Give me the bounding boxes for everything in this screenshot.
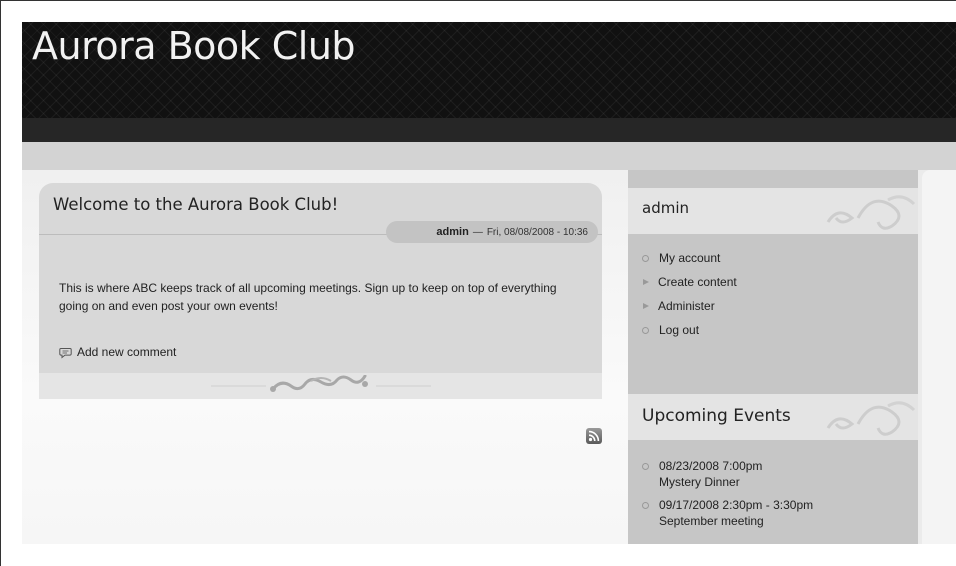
rss-feed-icon[interactable] bbox=[586, 428, 602, 444]
block-ornament-icon bbox=[826, 401, 916, 436]
header-band bbox=[22, 118, 956, 142]
add-comment-link[interactable]: Add new comment bbox=[77, 345, 176, 359]
menu-item-label[interactable]: My account bbox=[659, 251, 720, 265]
block-ornament-icon bbox=[826, 195, 916, 230]
node-date: Fri, 08/08/2008 - 10:36 bbox=[486, 226, 588, 238]
event-when[interactable]: 08/23/2008 7:00pm bbox=[659, 459, 762, 473]
page: Aurora Book Club Welcome to the Aurora B… bbox=[22, 22, 956, 544]
events-list: 08/23/2008 7:00pm Mystery Dinner 09/17/2… bbox=[642, 458, 813, 536]
menu-item-label[interactable]: Log out bbox=[659, 323, 699, 337]
right-panel-edge bbox=[922, 170, 956, 544]
user-menu: My account Create content Administer Log… bbox=[642, 246, 737, 342]
collapsed-arrow-icon bbox=[643, 303, 649, 309]
menu-item-my-account[interactable]: My account bbox=[642, 246, 737, 270]
node-footer bbox=[39, 373, 602, 399]
user-block-header: admin bbox=[628, 188, 918, 234]
comment-bubble-icon bbox=[59, 347, 72, 359]
menu-item-create-content[interactable]: Create content bbox=[642, 270, 737, 294]
event-item[interactable]: 08/23/2008 7:00pm Mystery Dinner bbox=[642, 458, 813, 490]
bullet-icon bbox=[642, 326, 649, 334]
event-item[interactable]: 09/17/2008 2:30pm - 3:30pm September mee… bbox=[642, 497, 813, 529]
event-name[interactable]: September meeting bbox=[659, 514, 764, 528]
sidebar: admin My account Create content Administ… bbox=[628, 170, 918, 544]
events-block-header: Upcoming Events bbox=[628, 394, 918, 440]
node-title[interactable]: Welcome to the Aurora Book Club! bbox=[53, 195, 338, 214]
event-text: 09/17/2008 2:30pm - 3:30pm September mee… bbox=[659, 497, 813, 529]
node-welcome: Welcome to the Aurora Book Club! admin —… bbox=[39, 183, 602, 399]
menu-item-log-out[interactable]: Log out bbox=[642, 318, 737, 342]
event-name[interactable]: Mystery Dinner bbox=[659, 475, 740, 489]
submitted-separator: — bbox=[472, 226, 483, 238]
bullet-icon bbox=[642, 463, 649, 470]
nav-strip bbox=[22, 142, 956, 170]
event-text: 08/23/2008 7:00pm Mystery Dinner bbox=[659, 458, 762, 490]
site-header: Aurora Book Club bbox=[22, 22, 956, 118]
bullet-icon bbox=[642, 502, 649, 509]
collapsed-arrow-icon bbox=[643, 279, 649, 285]
menu-item-administer[interactable]: Administer bbox=[642, 294, 737, 318]
frame-top-border bbox=[0, 0, 956, 1]
bullet-icon bbox=[642, 254, 649, 262]
node-author[interactable]: admin bbox=[436, 226, 468, 238]
user-block-title: admin bbox=[642, 199, 689, 217]
submitted-info: admin — Fri, 08/08/2008 - 10:36 bbox=[386, 221, 598, 243]
node-body: This is where ABC keeps track of all upc… bbox=[59, 281, 557, 313]
menu-item-label[interactable]: Create content bbox=[658, 275, 737, 289]
frame-left-border bbox=[0, 0, 1, 566]
event-when[interactable]: 09/17/2008 2:30pm - 3:30pm bbox=[659, 498, 813, 512]
flourish-ornament-icon bbox=[210, 375, 431, 392]
menu-item-label[interactable]: Administer bbox=[658, 299, 715, 313]
site-name[interactable]: Aurora Book Club bbox=[32, 24, 356, 68]
events-block-title: Upcoming Events bbox=[642, 406, 791, 426]
node-links: Add new comment bbox=[59, 345, 176, 359]
